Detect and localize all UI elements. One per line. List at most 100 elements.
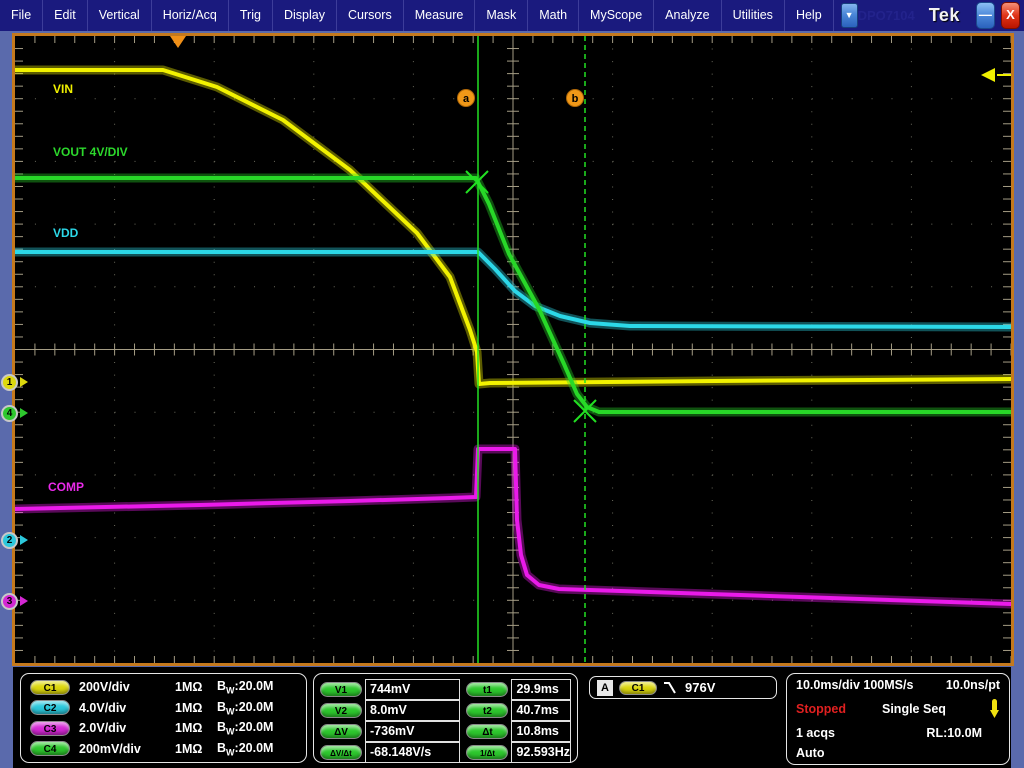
- trigger-source-pill: C1: [619, 681, 657, 695]
- acquisition-mode: Single Seq: [882, 702, 988, 716]
- menu-item-cursors[interactable]: Cursors: [337, 0, 404, 31]
- cursor-voltage-row: ΔV-736mV: [320, 721, 460, 742]
- trace-label-vdd: VDD: [53, 226, 78, 240]
- cursor-voltage-pill[interactable]: V2: [320, 703, 362, 718]
- channel-ref-arrow-2: [20, 535, 33, 545]
- trace-label-comp: COMP: [48, 480, 84, 494]
- menu-item-horiz-acq[interactable]: Horiz/Acq: [152, 0, 229, 31]
- cursor-voltage-value: -68.148V/s: [365, 742, 460, 763]
- timebase-samplerate-value: 10.0ms/div 100MS/s: [796, 678, 946, 692]
- cursor-a-label-text: a: [463, 93, 470, 105]
- trigger-mode-value: Auto: [796, 746, 824, 760]
- trigger-position-marker[interactable]: [170, 36, 186, 48]
- horizontal-acquisition-panel[interactable]: 10.0ms/div 100MS/s 10.0ns/pt Stopped Sin…: [786, 673, 1010, 765]
- cursor-time-value: 29.9ms: [511, 679, 571, 700]
- trigger-level-arrow[interactable]: [981, 68, 995, 82]
- model-number-label: DPO7104: [858, 8, 915, 23]
- channel-scale-value: 4.0V/div: [79, 701, 175, 715]
- cursor-voltage-pill[interactable]: ΔV: [320, 724, 362, 739]
- trace-label-vin: VIN: [53, 82, 73, 96]
- cursor-voltage-row: V28.0mV: [320, 700, 460, 721]
- readout-strip: C1200V/div1MΩBW:20.0MC24.0V/div1MΩBW:20.…: [13, 667, 1011, 768]
- menu-item-math[interactable]: Math: [528, 0, 579, 31]
- cursor-b-label-text: b: [572, 93, 579, 105]
- cursor-time-row: 1/Δt92.593Hz: [466, 742, 571, 763]
- menu-list: FileEditVerticalHoriz/AcqTrigDisplayCurs…: [0, 0, 834, 31]
- cursor-time-value: 40.7ms: [511, 700, 571, 721]
- channel-ref-arrow-3: [20, 596, 33, 606]
- cursor-time-value: 10.8ms: [511, 721, 571, 742]
- trace-label-vout: VOUT 4V/DIV: [53, 145, 128, 159]
- acquisition-count: 1 acqs: [796, 726, 926, 740]
- menu-item-utilities[interactable]: Utilities: [722, 0, 785, 31]
- channel-impedance-value: 1MΩ: [175, 701, 217, 715]
- resolution-value: 10.0ns/pt: [946, 678, 1000, 692]
- channel-bandwidth-value: BW:20.0M: [217, 741, 273, 758]
- channel-ref-marker-3[interactable]: 3: [1, 593, 18, 610]
- channel-impedance-value: 1MΩ: [175, 680, 217, 694]
- channel-impedance-value: 1MΩ: [175, 721, 217, 735]
- channel-bandwidth-value: BW:20.0M: [217, 720, 273, 737]
- cursor-voltage-pill[interactable]: ΔV/Δt: [320, 745, 362, 760]
- channel-pill-c1[interactable]: C1: [30, 680, 70, 695]
- menu-item-vertical[interactable]: Vertical: [88, 0, 152, 31]
- channel-scale-value: 200mV/div: [79, 742, 175, 756]
- menu-item-mask[interactable]: Mask: [475, 0, 528, 31]
- channel-ref-arrow-1: [20, 377, 33, 387]
- cursor-time-column: t129.9mst240.7msΔt10.8ms1/Δt92.593Hz: [466, 679, 571, 757]
- menu-bar: FileEditVerticalHoriz/AcqTrigDisplayCurs…: [0, 0, 1024, 31]
- tek-logo: Tek: [929, 5, 960, 26]
- cursor-time-pill[interactable]: t2: [466, 703, 508, 718]
- waveform-plot: ab: [15, 36, 1011, 663]
- acquisition-status: Stopped: [796, 702, 882, 716]
- menu-item-measure[interactable]: Measure: [404, 0, 476, 31]
- cursor-voltage-value: 8.0mV: [365, 700, 460, 721]
- channel-impedance-value: 1MΩ: [175, 742, 217, 756]
- waveform-graticule: ab VINVOUT 4V/DIVVDDCOMP: [12, 33, 1014, 666]
- cursor-time-pill[interactable]: Δt: [466, 724, 508, 739]
- channel-bandwidth-value: BW:20.0M: [217, 679, 273, 696]
- oscilloscope-screen: FileEditVerticalHoriz/AcqTrigDisplayCurs…: [0, 0, 1024, 768]
- menu-overflow-button[interactable]: ▼: [841, 3, 858, 28]
- minimize-button[interactable]: —: [976, 2, 995, 29]
- channel-ref-arrow-4: [20, 408, 33, 418]
- record-length-value: RL:10.0M: [926, 726, 982, 740]
- trigger-panel[interactable]: A C1 976V: [589, 676, 777, 699]
- menu-item-myscope[interactable]: MyScope: [579, 0, 654, 31]
- cursor-time-row: t129.9ms: [466, 679, 571, 700]
- cursor-voltage-row: V1744mV: [320, 679, 460, 700]
- channel-settings-panel[interactable]: C1200V/div1MΩBW:20.0MC24.0V/div1MΩBW:20.…: [20, 673, 307, 763]
- cursor-voltage-pill[interactable]: V1: [320, 682, 362, 697]
- cursor-time-value: 92.593Hz: [511, 742, 571, 763]
- channel-ref-marker-2[interactable]: 2: [1, 532, 18, 549]
- menu-item-edit[interactable]: Edit: [43, 0, 88, 31]
- cursor-time-pill[interactable]: 1/Δt: [466, 745, 508, 760]
- cursor-time-pill[interactable]: t1: [466, 682, 508, 697]
- channel-pill-c2[interactable]: C2: [30, 700, 70, 715]
- channel-pill-c3[interactable]: C3: [30, 721, 70, 736]
- cursor-voltage-value: -736mV: [365, 721, 460, 742]
- menu-item-trig[interactable]: Trig: [229, 0, 273, 31]
- trigger-slot-badge: A: [597, 680, 613, 696]
- channel-row-c1: C1 200V/div1MΩBW:20.0M: [30, 679, 297, 696]
- menu-item-display[interactable]: Display: [273, 0, 337, 31]
- channel-scale-value: 200V/div: [79, 680, 175, 694]
- cursor-readout-panel[interactable]: V1744mVV28.0mVΔV-736mVΔV/Δt-68.148V/s t1…: [313, 673, 578, 763]
- cursor-voltage-row: ΔV/Δt-68.148V/s: [320, 742, 460, 763]
- channel-pill-c4[interactable]: C4: [30, 741, 70, 756]
- menu-item-analyze[interactable]: Analyze: [654, 0, 721, 31]
- channel-bandwidth-value: BW:20.0M: [217, 700, 273, 717]
- channel-row-c3: C3 2.0V/div1MΩBW:20.0M: [30, 720, 297, 737]
- channel-scale-value: 2.0V/div: [79, 721, 175, 735]
- thermometer-icon: [988, 698, 1000, 719]
- trigger-level-value: 976V: [685, 680, 715, 695]
- menu-item-file[interactable]: File: [0, 0, 43, 31]
- menu-item-help[interactable]: Help: [785, 0, 834, 31]
- channel-row-c4: C4 200mV/div1MΩBW:20.0M: [30, 741, 297, 758]
- channel-ref-marker-1[interactable]: 1: [1, 374, 18, 391]
- cursor-voltage-column: V1744mVV28.0mVΔV-736mVΔV/Δt-68.148V/s: [320, 679, 460, 757]
- channel-row-c2: C2 4.0V/div1MΩBW:20.0M: [30, 700, 297, 717]
- close-button[interactable]: X: [1001, 2, 1020, 29]
- channel-ref-marker-4[interactable]: 4: [1, 405, 18, 422]
- cursor-time-row: t240.7ms: [466, 700, 571, 721]
